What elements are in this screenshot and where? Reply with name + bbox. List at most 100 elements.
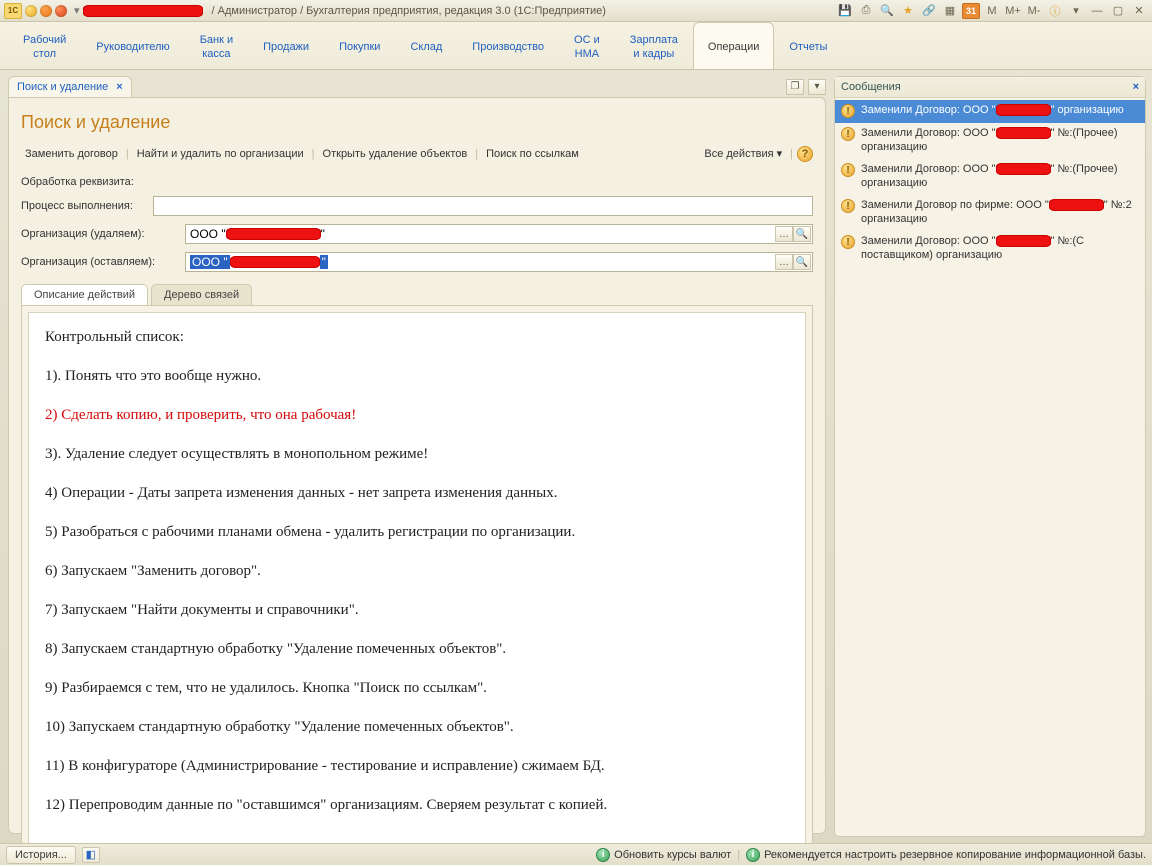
desc-item: 10) Запускаем стандартную обработку "Уда…	[45, 717, 789, 738]
doc-new-window-icon[interactable]: ❐	[786, 79, 804, 95]
traffic-light-max-icon[interactable]	[40, 5, 52, 17]
memory-m-button[interactable]: M	[983, 3, 1001, 19]
redacted-text	[996, 104, 1051, 116]
org-keep-open-button[interactable]: 🔍	[793, 254, 811, 270]
tab-tree[interactable]: Дерево связей	[151, 284, 252, 305]
preview-icon[interactable]: 🔍	[878, 3, 896, 19]
org-remove-select-button[interactable]: …	[775, 226, 793, 242]
inner-tabs: Описание действий Дерево связей	[21, 284, 813, 305]
window-titlebar: 1C ▾ / Администратор / Бухгалтерия предп…	[0, 0, 1152, 22]
right-pane: Сообщения × !Заменили Договор: ООО "" ор…	[832, 70, 1152, 843]
traffic-light-min-icon[interactable]	[25, 5, 37, 17]
close-icon[interactable]: ✕	[1130, 3, 1148, 19]
about-icon[interactable]: ⓘ	[1046, 3, 1064, 19]
desc-item: 7) Запускаем "Найти документы и справочн…	[45, 600, 789, 621]
doc-tab-search-delete[interactable]: Поиск и удаление ×	[8, 76, 132, 97]
info-icon: i	[596, 848, 610, 862]
history-dropdown-icon[interactable]: ▾	[74, 4, 80, 17]
history-button[interactable]: История...	[6, 846, 76, 864]
dropdown-icon[interactable]: ▾	[1067, 3, 1085, 19]
nav-item-8[interactable]: Зарплата и кадры	[615, 22, 693, 69]
nav-item-4[interactable]: Покупки	[324, 22, 395, 69]
document-tabs: Поиск и удаление × ❐ ▾	[8, 76, 826, 97]
desc-item: 11) В конфигураторе (Администрирование -…	[45, 756, 789, 777]
all-actions-dropdown[interactable]: Все действия ▾	[700, 145, 786, 162]
nav-item-3[interactable]: Продажи	[248, 22, 324, 69]
maximize-icon[interactable]: ▢	[1109, 3, 1127, 19]
warning-icon: !	[841, 235, 855, 249]
messages-header: Сообщения ×	[835, 77, 1145, 98]
message-text: Заменили Договор: ООО "" №:(С поставщико…	[861, 234, 1139, 262]
memory-mplus-button[interactable]: M+	[1004, 3, 1022, 19]
cmd-search-refs[interactable]: Поиск по ссылкам	[482, 146, 583, 162]
info-icon: i	[746, 848, 760, 862]
message-text: Заменили Договор по фирме: ООО "" №:2 ор…	[861, 198, 1139, 226]
traffic-light-close-icon[interactable]	[55, 5, 67, 17]
command-bar: Заменить договор | Найти и удалить по ор…	[21, 145, 813, 162]
cmd-open-deletion[interactable]: Открыть удаление объектов	[319, 146, 472, 162]
desc-item: 4) Операции - Даты запрета изменения дан…	[45, 483, 789, 504]
description-box[interactable]: Контрольный список: 1). Понять что это во…	[28, 312, 806, 849]
desc-item: 6) Запускаем "Заменить договор".	[45, 561, 789, 582]
message-item[interactable]: !Заменили Договор: ООО "" №:(Прочее) орг…	[835, 123, 1145, 159]
inner-body: Контрольный список: 1). Понять что это во…	[21, 305, 813, 856]
org-keep-select-button[interactable]: …	[775, 254, 793, 270]
desc-heading: Контрольный список:	[45, 327, 789, 348]
workspace: Поиск и удаление × ❐ ▾ Поиск и удаление …	[0, 70, 1152, 843]
nav-item-10[interactable]: Отчеты	[774, 22, 842, 69]
nav-item-9[interactable]: Операции	[693, 22, 774, 69]
org-keep-input[interactable]: ООО " " … 🔍	[185, 252, 813, 272]
cmd-find-delete-by-org[interactable]: Найти и удалить по организации	[133, 146, 308, 162]
desc-item: 1). Понять что это вообще нужно.	[45, 366, 789, 387]
progress-input[interactable]	[153, 196, 813, 216]
message-text: Заменили Договор: ООО "" №:(Прочее) орга…	[861, 162, 1139, 190]
nav-item-0[interactable]: Рабочий стол	[8, 22, 81, 69]
nav-item-5[interactable]: Склад	[395, 22, 457, 69]
messages-list: !Заменили Договор: ООО "" организацию!За…	[835, 98, 1145, 269]
message-item[interactable]: !Заменили Договор по фирме: ООО "" №:2 о…	[835, 195, 1145, 231]
warning-icon: !	[841, 163, 855, 177]
status-bar: История... ◧ i Обновить курсы валют | i …	[0, 843, 1152, 865]
doc-tab-close-icon[interactable]: ×	[116, 81, 122, 93]
links-icon[interactable]: 🔗	[920, 3, 938, 19]
redacted-text	[1049, 199, 1104, 211]
org-remove-open-button[interactable]: 🔍	[793, 226, 811, 242]
tab-desc[interactable]: Описание действий	[21, 284, 148, 305]
nav-item-7[interactable]: ОС и НМА	[559, 22, 615, 69]
app-logo-1c: 1C	[4, 3, 22, 19]
calendar-icon[interactable]: 31	[962, 3, 980, 19]
favorite-icon[interactable]: ★	[899, 3, 917, 19]
nav-item-6[interactable]: Производство	[457, 22, 559, 69]
refresh-rates-link[interactable]: i Обновить курсы валют	[596, 848, 731, 862]
label-processing: Обработка реквизита:	[21, 176, 134, 188]
save-icon[interactable]: 💾	[836, 3, 854, 19]
desc-item: 8) Запускаем стандартную обработку "Удал…	[45, 639, 789, 660]
desc-item: 12) Перепроводим данные по "оставшимся" …	[45, 795, 789, 816]
nav-item-1[interactable]: Руководителю	[81, 22, 184, 69]
org-remove-input[interactable]: ООО " " … 🔍	[185, 224, 813, 244]
redacted-text	[996, 127, 1051, 139]
window-title: / Администратор / Бухгалтерия предприяти…	[212, 5, 606, 17]
message-item[interactable]: ! Заменили Договор: ООО "" №:(Прочее) орг…	[835, 159, 1145, 195]
label-progress: Процесс выполнения:	[21, 200, 147, 212]
memory-mminus-button[interactable]: M-	[1025, 3, 1043, 19]
minimize-icon[interactable]: —	[1088, 3, 1106, 19]
help-icon[interactable]: ?	[797, 146, 813, 162]
message-item[interactable]: !Заменили Договор: ООО "" организацию	[835, 100, 1145, 123]
redacted-text	[996, 235, 1051, 247]
doc-menu-icon[interactable]: ▾	[808, 79, 826, 95]
print-icon[interactable]: ⎙	[857, 3, 875, 19]
row-org-keep: Организация (оставляем): ООО " " … 🔍	[21, 252, 813, 272]
cmd-replace-contract[interactable]: Заменить договор	[21, 146, 122, 162]
label-org-keep: Организация (оставляем):	[21, 256, 179, 268]
nav-item-2[interactable]: Банк и касса	[185, 22, 248, 69]
desc-item: 2) Сделать копию, и проверить, что она р…	[45, 405, 789, 426]
calculator-icon[interactable]: ▦	[941, 3, 959, 19]
message-item[interactable]: ! Заменили Договор: ООО "" №:(С поставщик…	[835, 231, 1145, 267]
window-list-icon[interactable]: ◧	[82, 847, 100, 863]
desc-item: 9) Разбираемся с тем, что не удалилось. …	[45, 678, 789, 699]
message-text: Заменили Договор: ООО "" организацию	[861, 103, 1124, 117]
backup-recommend-link[interactable]: i Рекомендуется настроить резервное копи…	[746, 848, 1146, 862]
page-title: Поиск и удаление	[21, 112, 813, 133]
messages-close-icon[interactable]: ×	[1133, 81, 1139, 93]
